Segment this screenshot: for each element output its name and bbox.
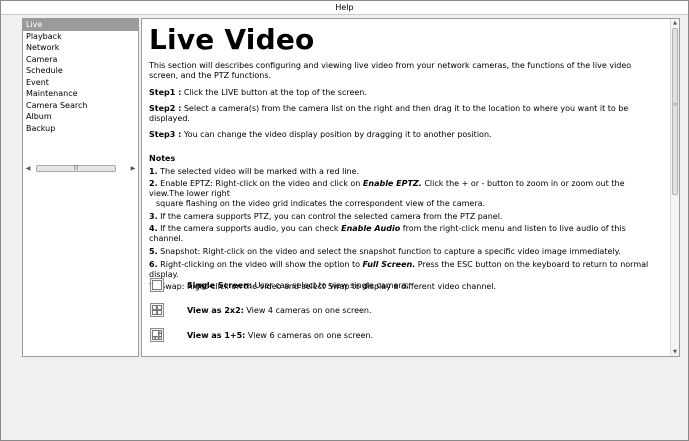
step-text: Click the LIVE button at the top of the … — [183, 88, 367, 97]
view-mode-single: Single Screen: User can select to view s… — [150, 278, 409, 292]
note-text: If the camera supports audio, you can ch… — [160, 224, 342, 234]
note-item: 1. The selected video will be marked wit… — [149, 167, 661, 177]
note-item: 5. Snapshot: Right-click on the video an… — [149, 247, 661, 257]
sidebar-item-camera-search[interactable]: Camera Search — [23, 100, 138, 112]
help-content-pane: Live Video This section will describes c… — [141, 18, 680, 357]
scroll-right-icon[interactable]: ▶ — [129, 165, 137, 172]
note-text: Snapshot: Right-click on the video and s… — [160, 246, 621, 256]
scroll-thumb[interactable] — [672, 28, 678, 195]
step-label: Step3 : — [149, 130, 182, 139]
note-number: 3. — [149, 211, 158, 221]
view-mode-description: View as 2x2: View 4 cameras on one scree… — [187, 305, 372, 315]
view-mode-1plus5: View as 1+5: View 6 cameras on one scree… — [150, 328, 373, 342]
note-continuation: square flashing on the video grid indica… — [156, 199, 486, 209]
view-mode-2x2: View as 2x2: View 4 cameras on one scree… — [150, 303, 372, 317]
notes-heading: Notes — [149, 154, 176, 163]
single-screen-icon — [150, 278, 164, 292]
note-number: 6. — [149, 259, 158, 269]
step-1: Step1 : Click the LIVE button at the top… — [149, 88, 669, 98]
note-text: Right-clicking on the video will show th… — [160, 259, 363, 269]
intro-paragraph: This section will describes configuring … — [149, 61, 632, 80]
page-title: Live Video — [149, 23, 315, 56]
step-label: Step2 : — [149, 104, 182, 113]
step-2: Step2 : Select a camera(s) from the came… — [149, 104, 669, 124]
scroll-left-icon[interactable]: ◀ — [24, 165, 32, 172]
note-item: 4. If the camera supports audio, you can… — [149, 224, 661, 244]
sidebar-item-playback[interactable]: Playback — [23, 31, 138, 43]
note-text: Enable EPTZ: Right-click on the video an… — [160, 179, 363, 189]
step-3: Step3 : You can change the video display… — [149, 130, 669, 140]
help-topic-list: Live Playback Network Camera Schedule Ev… — [22, 18, 139, 357]
note-emphasis: Enable EPTZ. — [362, 179, 422, 189]
window-title: Help — [1, 1, 688, 15]
scroll-thumb[interactable]: ||| — [36, 165, 116, 172]
note-number: 4. — [149, 224, 158, 234]
step-text: You can change the video display positio… — [183, 130, 492, 139]
sidebar-item-maintenance[interactable]: Maintenance — [23, 88, 138, 100]
help-window: Help Live Playback Network Camera Schedu… — [0, 0, 689, 441]
sidebar-item-event[interactable]: Event — [23, 77, 138, 89]
sidebar-item-schedule[interactable]: Schedule — [23, 65, 138, 77]
grid-2x2-icon — [150, 303, 164, 317]
note-emphasis: Full Screen. — [362, 259, 416, 269]
sidebar-item-album[interactable]: Album — [23, 111, 138, 123]
grid-1plus5-icon — [150, 328, 164, 342]
sidebar-item-network[interactable]: Network — [23, 42, 138, 54]
note-item: 2. Enable EPTZ: Right-click on the video… — [149, 179, 661, 209]
scroll-up-icon[interactable]: ▲ — [671, 19, 679, 27]
step-text: Select a camera(s) from the camera list … — [149, 104, 629, 123]
note-number: 2. — [149, 179, 158, 189]
scroll-track[interactable]: ||| — [32, 165, 129, 172]
sidebar-item-backup[interactable]: Backup — [23, 123, 138, 135]
content-vertical-scrollbar[interactable]: ▲ ≡ ▼ — [670, 19, 679, 356]
note-number: 5. — [149, 246, 158, 256]
note-text: If the camera supports PTZ, you can cont… — [160, 211, 503, 221]
sidebar-item-camera[interactable]: Camera — [23, 54, 138, 66]
note-item: 6. Right-clicking on the video will show… — [149, 260, 661, 280]
note-item: 3. If the camera supports PTZ, you can c… — [149, 212, 661, 222]
scroll-down-icon[interactable]: ▼ — [671, 348, 679, 356]
sidebar-horizontal-scrollbar[interactable]: ◀ ||| ▶ — [24, 164, 137, 173]
help-page: Live Video This section will describes c… — [149, 19, 669, 292]
note-text: The selected video will be marked with a… — [160, 166, 360, 176]
note-number: 1. — [149, 166, 158, 176]
note-emphasis: Enable Audio — [341, 224, 401, 234]
sidebar-item-live[interactable]: Live — [23, 19, 138, 31]
step-label: Step1 : — [149, 88, 182, 97]
scroll-grip-icon: ≡ — [673, 102, 678, 108]
view-mode-description: Single Screen: User can select to view s… — [187, 280, 410, 290]
view-mode-description: View as 1+5: View 6 cameras on one scree… — [187, 330, 374, 340]
